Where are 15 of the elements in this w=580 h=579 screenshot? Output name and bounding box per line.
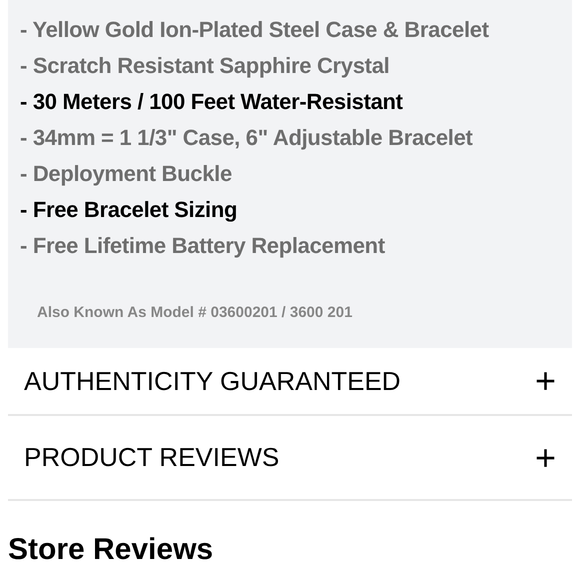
model-note: Also Known As Model # 03600201 / 3600 201 [36,304,354,321]
accordion-header[interactable]: PRODUCT REVIEWS + [8,416,572,501]
feature-line: - Free Bracelet Sizing [20,196,238,224]
feature-line: - 34mm = 1 1/3" Case, 6" Adjustable Bracelet [20,124,474,152]
feature-line: - Deployment Buckle [20,160,233,188]
feature-line: - Free Lifetime Battery Replacement [20,232,386,260]
accordion-header[interactable]: AUTHENTICITY GUARANTEED + [8,348,572,416]
expand-icon[interactable]: + [534,363,556,399]
accordion-title: PRODUCT REVIEWS [24,442,280,473]
feature-line: - Yellow Gold Ion-Plated Steel Case & Bracelet [20,16,490,44]
accordion-title: AUTHENTICITY GUARANTEED [24,366,401,396]
feature-line: - Scratch Resistant Sapphire Crystal [20,52,390,80]
expand-icon[interactable]: + [534,440,556,476]
section-heading: Store Reviews [8,533,214,566]
feature-line: - 30 Meters / 100 Feet Water-Resistant [20,88,404,116]
